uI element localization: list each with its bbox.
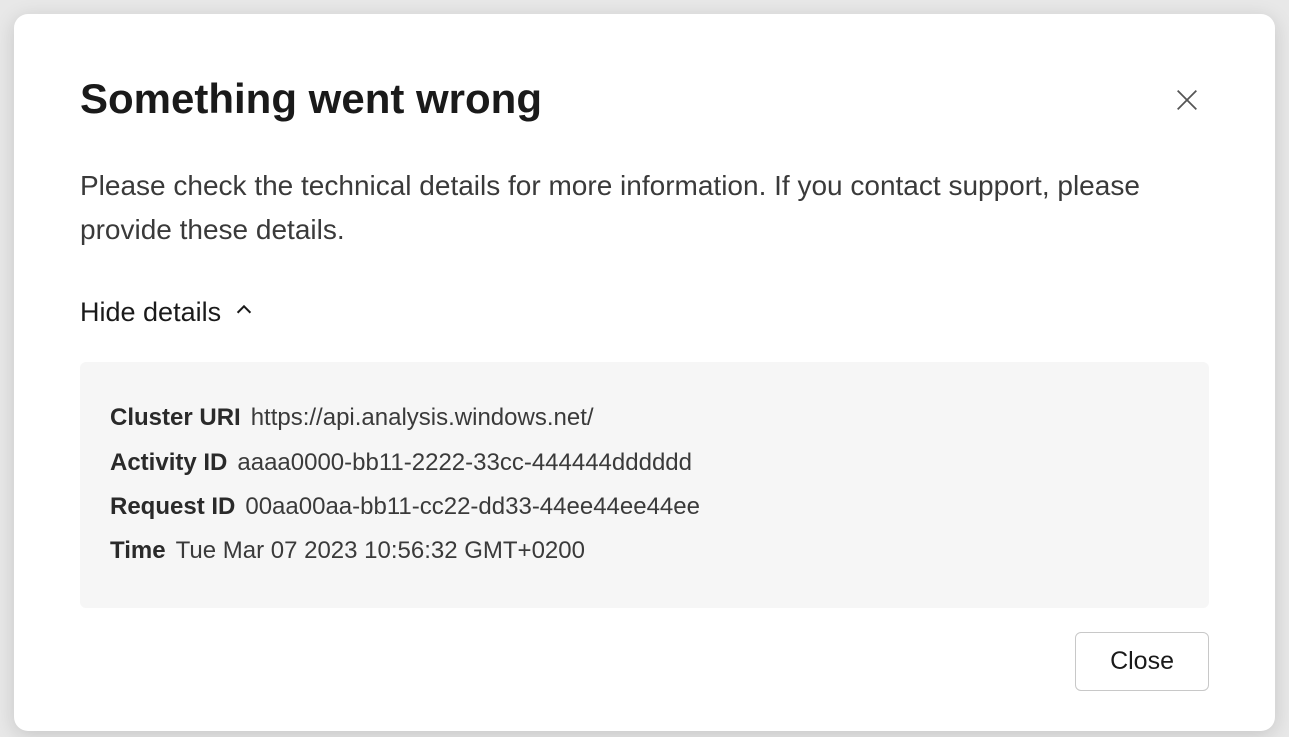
detail-row-request-id: Request ID 00aa00aa-bb11-cc22-dd33-44ee4… — [110, 485, 1179, 529]
detail-value: https://api.analysis.windows.net/ — [251, 396, 594, 440]
dialog-title: Something went wrong — [80, 74, 542, 124]
detail-row-time: Time Tue Mar 07 2023 10:56:32 GMT+0200 — [110, 529, 1179, 573]
detail-row-activity-id: Activity ID aaaa0000-bb11-2222-33cc-4444… — [110, 441, 1179, 485]
detail-label: Activity ID — [110, 441, 227, 485]
detail-row-cluster-uri: Cluster URI https://api.analysis.windows… — [110, 396, 1179, 440]
chevron-up-icon — [233, 297, 255, 328]
details-toggle-label: Hide details — [80, 297, 221, 328]
details-toggle[interactable]: Hide details — [80, 297, 1209, 328]
detail-value: aaaa0000-bb11-2222-33cc-444444dddddd — [237, 441, 692, 485]
dialog-header: Something went wrong — [80, 74, 1209, 124]
detail-label: Request ID — [110, 485, 235, 529]
details-panel: Cluster URI https://api.analysis.windows… — [80, 362, 1209, 608]
dialog-footer: Close — [80, 632, 1209, 691]
dialog-message: Please check the technical details for m… — [80, 164, 1140, 251]
close-button[interactable]: Close — [1075, 632, 1209, 691]
detail-value: 00aa00aa-bb11-cc22-dd33-44ee44ee44ee — [245, 485, 700, 529]
detail-value: Tue Mar 07 2023 10:56:32 GMT+0200 — [176, 529, 585, 573]
detail-label: Time — [110, 529, 166, 573]
error-dialog: Something went wrong Please check the te… — [14, 14, 1275, 731]
detail-label: Cluster URI — [110, 396, 241, 440]
close-icon[interactable] — [1165, 78, 1209, 122]
